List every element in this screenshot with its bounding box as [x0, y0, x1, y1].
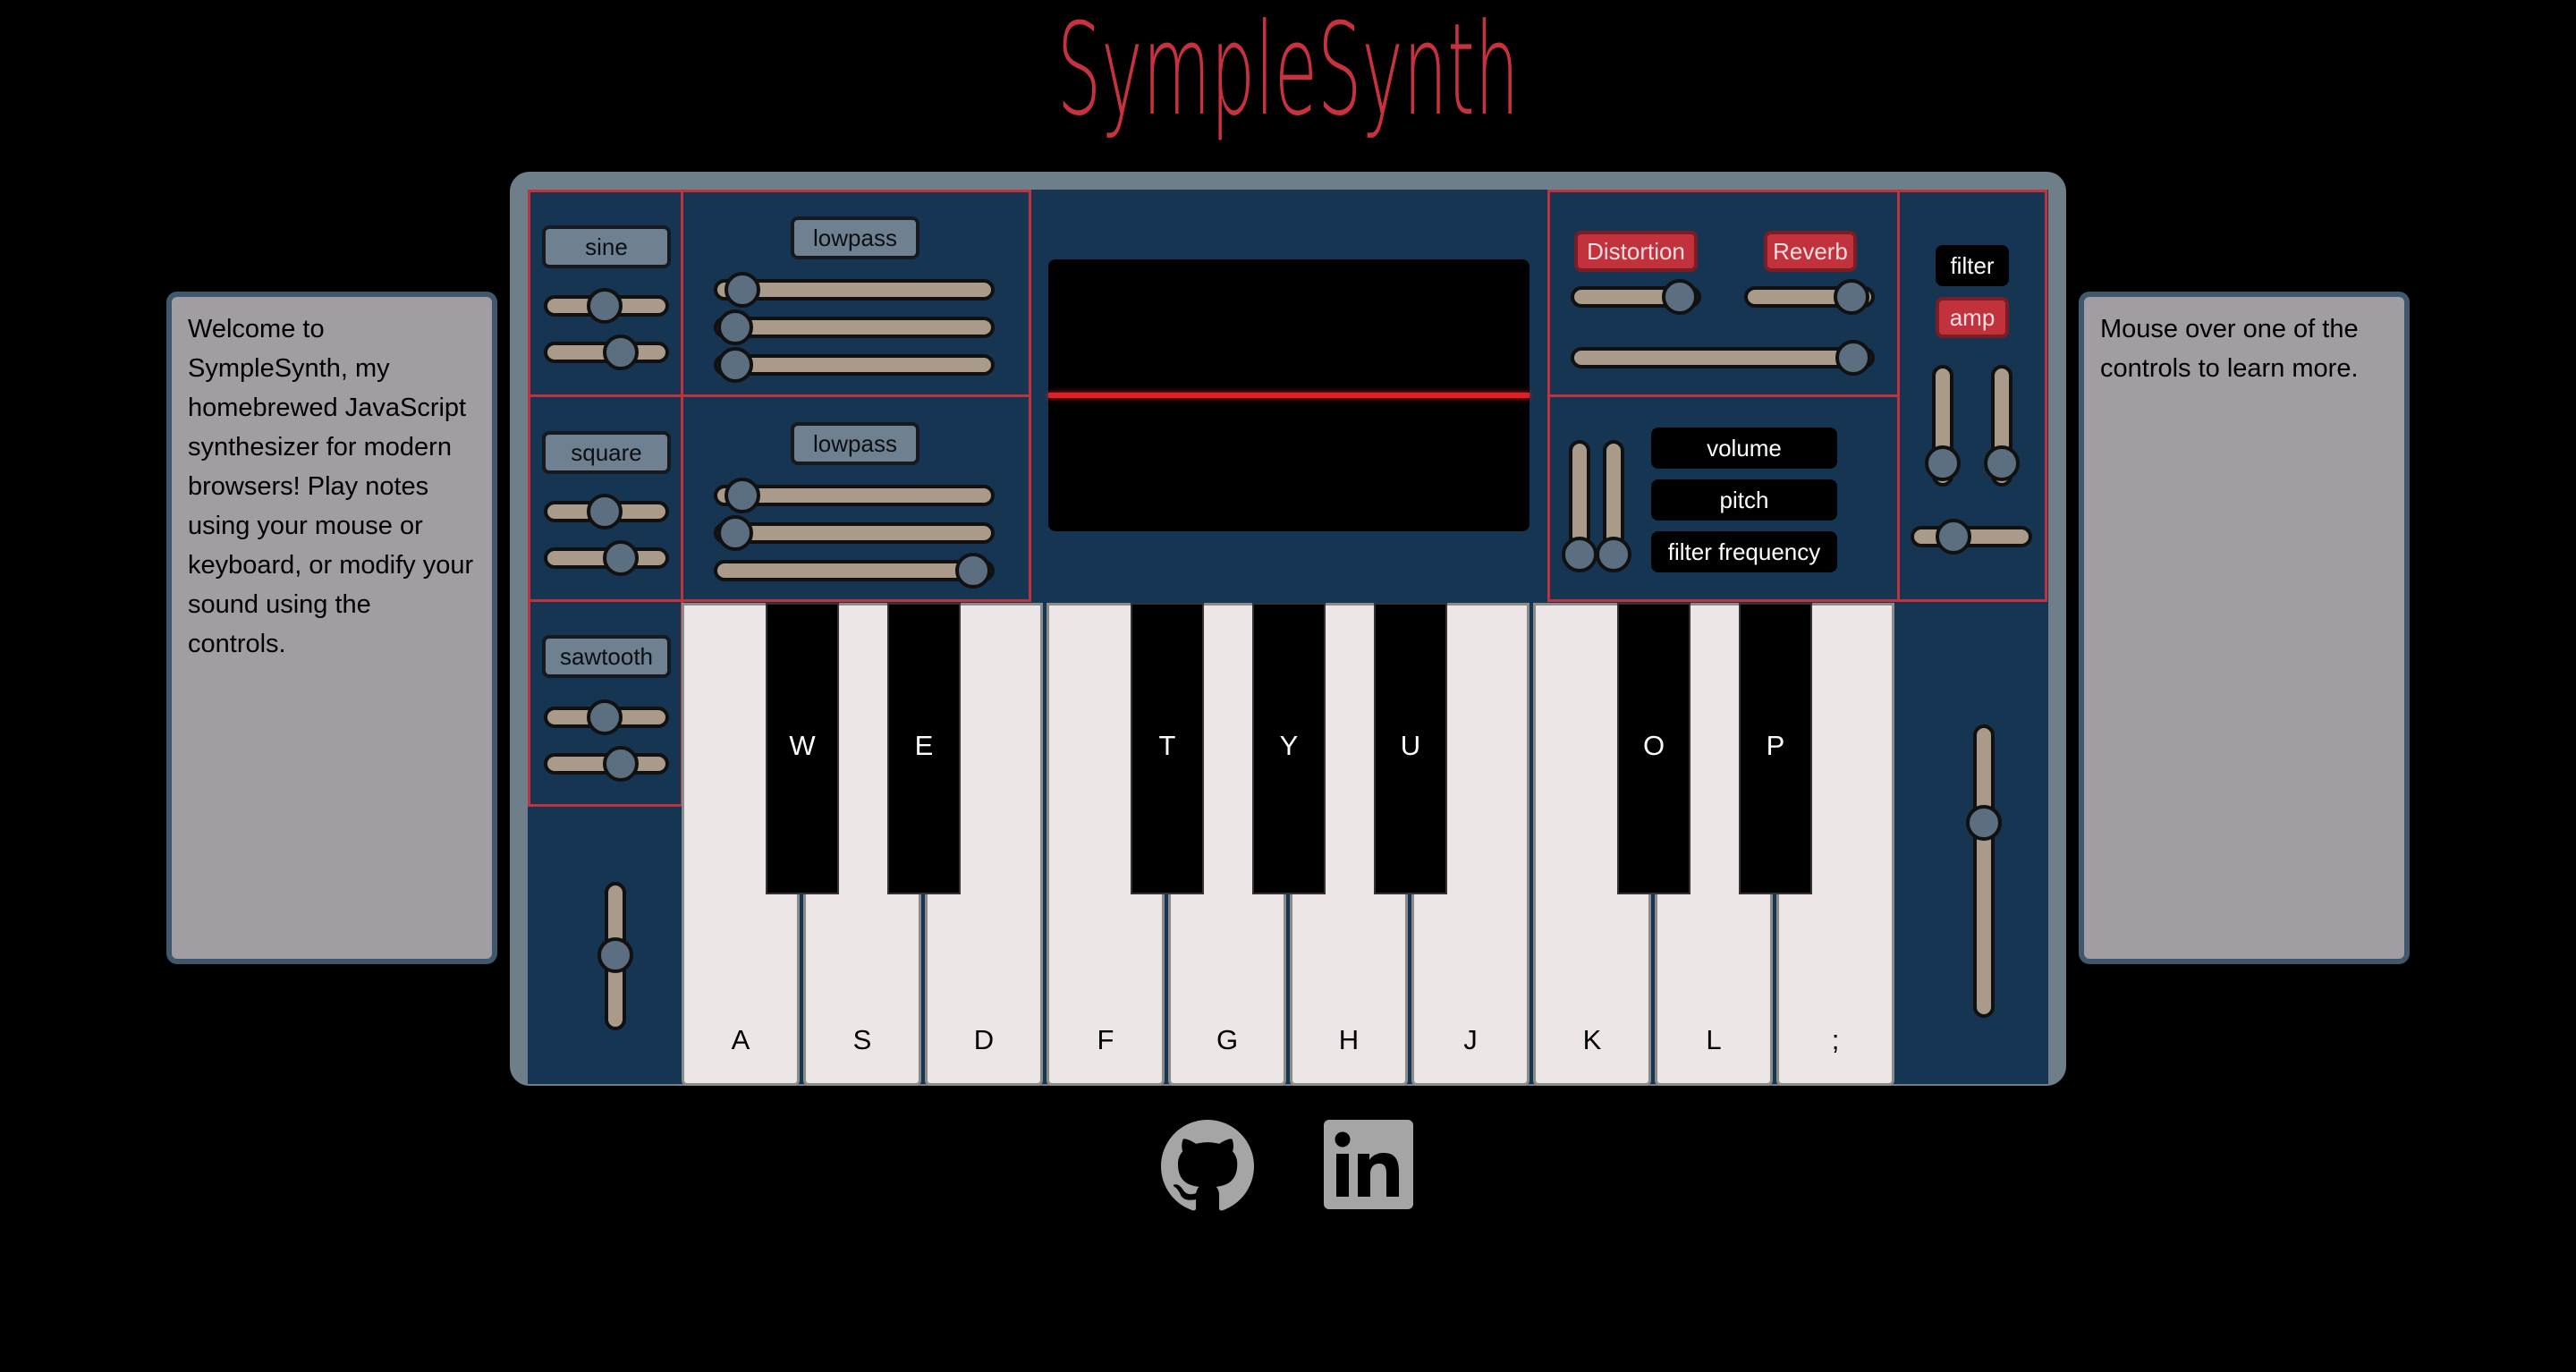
envelope-sustain-handle[interactable] [1936, 519, 1971, 555]
black-key-e[interactable]: E [887, 603, 961, 894]
key-label: W [789, 730, 816, 761]
envelope-attack-handle[interactable] [1925, 445, 1961, 481]
filter-2-slider-c[interactable] [714, 560, 995, 581]
osc-1-slider-b-handle[interactable] [603, 335, 639, 370]
master-volume-slider[interactable] [1973, 724, 1995, 1018]
osc-2-waveform-button[interactable]: square [542, 431, 671, 474]
key-label: K [1582, 1024, 1602, 1055]
osc-1-waveform-button[interactable]: sine [542, 225, 671, 268]
app-title: SympleSynth [1056, 0, 1520, 144]
reverb-amount-handle[interactable] [1834, 279, 1869, 315]
osc-3-slider-b-handle[interactable] [603, 746, 639, 782]
envelope-release-handle[interactable] [1984, 445, 2020, 481]
black-key-u[interactable]: U [1374, 603, 1447, 894]
key-label: L [1706, 1024, 1722, 1055]
black-key-y[interactable]: Y [1252, 603, 1326, 894]
osc-2-slider-a-handle[interactable] [587, 494, 623, 529]
filter-1-slider-a-handle[interactable] [724, 272, 760, 308]
osc-2-slider-b-handle[interactable] [603, 540, 639, 576]
pitch-bend-handle[interactable] [597, 937, 633, 973]
filter-2-slider-b[interactable] [714, 522, 995, 544]
lfo-rate-handle[interactable] [1562, 537, 1597, 572]
envelope-filter-button[interactable]: filter [1936, 245, 2009, 286]
welcome-text: Welcome to SympleSynth, my homebrewed Ja… [188, 315, 474, 658]
filter-1-slider-c[interactable] [714, 354, 995, 376]
filter-2-type-button[interactable]: lowpass [791, 422, 919, 465]
lfo-target-filter-frequency-button[interactable]: filter frequency [1651, 531, 1837, 572]
osc-1-slider-a-handle[interactable] [587, 288, 623, 324]
key-label: T [1158, 730, 1176, 761]
lfo-depth-handle[interactable] [1596, 537, 1631, 572]
github-icon [1161, 1120, 1254, 1211]
key-label: P [1766, 730, 1785, 761]
key-label: O [1642, 730, 1665, 761]
black-key-t[interactable]: T [1131, 603, 1204, 894]
filter-1-type-button[interactable]: lowpass [791, 216, 919, 259]
distortion-amount-handle[interactable] [1662, 279, 1698, 315]
github-link[interactable] [1161, 1120, 1254, 1213]
help-text: Mouse over one of the controls to learn … [2100, 315, 2359, 383]
filter-1-slider-b-handle[interactable] [717, 309, 753, 345]
filter-1-slider-c-handle[interactable] [717, 347, 753, 383]
key-label: U [1400, 730, 1421, 761]
key-label: G [1216, 1024, 1239, 1055]
filter-2-slider-b-handle[interactable] [717, 515, 753, 551]
filter-2-slider-a-handle[interactable] [724, 478, 760, 513]
effects-mix-slider[interactable] [1571, 347, 1875, 368]
master-volume-handle[interactable] [1966, 805, 2002, 841]
distortion-button[interactable]: Distortion [1574, 231, 1698, 272]
info-panel-right: Mouse over one of the controls to learn … [2079, 292, 2410, 964]
key-label: E [914, 730, 934, 761]
linkedin-link[interactable] [1324, 1120, 1413, 1209]
black-key-o[interactable]: O [1617, 603, 1690, 894]
key-label: F [1097, 1024, 1114, 1055]
key-label: ; [1831, 1024, 1840, 1055]
envelope-sustain-slider[interactable] [1911, 526, 2032, 547]
effects-mix-handle[interactable] [1835, 340, 1871, 376]
key-label: A [731, 1024, 750, 1055]
black-key-w[interactable]: W [766, 603, 839, 894]
filter-1-slider-b[interactable] [714, 317, 995, 338]
key-label: Y [1279, 730, 1299, 761]
key-label: S [852, 1024, 872, 1055]
oscilloscope-waveform [1048, 393, 1530, 398]
key-label: D [973, 1024, 995, 1055]
envelope-amp-button[interactable]: amp [1936, 297, 2009, 338]
linkedin-icon [1324, 1120, 1413, 1209]
lfo-target-volume-button[interactable]: volume [1651, 428, 1837, 469]
black-key-p[interactable]: P [1739, 603, 1812, 894]
lfo-target-pitch-button[interactable]: pitch [1651, 479, 1837, 521]
osc-3-waveform-button[interactable]: sawtooth [542, 635, 671, 678]
reverb-button[interactable]: Reverb [1764, 231, 1857, 272]
key-label: H [1338, 1024, 1360, 1055]
info-panel-left: Welcome to SympleSynth, my homebrewed Ja… [166, 292, 497, 964]
key-label: J [1463, 1024, 1478, 1055]
osc-3-slider-a-handle[interactable] [587, 699, 623, 735]
filter-2-slider-c-handle[interactable] [955, 553, 991, 589]
